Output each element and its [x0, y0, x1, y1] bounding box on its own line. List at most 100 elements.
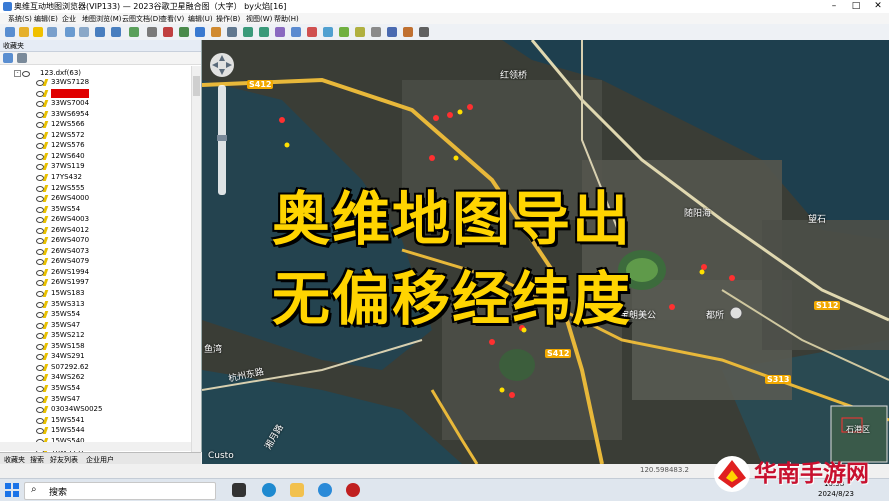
- tree-root[interactable]: - 123.dxf(63): [0, 69, 190, 78]
- menu-help[interactable]: 帮助(H): [274, 14, 299, 24]
- save-icon[interactable]: [5, 27, 15, 37]
- record-icon[interactable]: [346, 483, 360, 497]
- tree-item[interactable]: 12WS555: [0, 184, 190, 193]
- tree-item[interactable]: S07292.62: [0, 363, 190, 372]
- collapse-icon[interactable]: -: [14, 70, 21, 77]
- menu-system[interactable]: 系统(S): [8, 14, 32, 24]
- taskbar-search[interactable]: ⌕ 搜索: [24, 482, 216, 500]
- tree-item[interactable]: 35WS54: [0, 310, 190, 319]
- pin-icon: [42, 384, 49, 392]
- menu-operate[interactable]: 操作(B): [216, 14, 240, 24]
- tree-item[interactable]: 35WS54: [0, 384, 190, 393]
- layer-icon[interactable]: [65, 27, 75, 37]
- windows-start-icon[interactable]: [5, 483, 19, 497]
- pin-icon: [42, 395, 49, 403]
- scroll-thumb[interactable]: [193, 76, 200, 96]
- polygon-icon[interactable]: [195, 27, 205, 37]
- vertical-scrollbar[interactable]: [191, 66, 201, 452]
- export-icon[interactable]: [339, 27, 349, 37]
- import-icon[interactable]: [355, 27, 365, 37]
- tree-item[interactable]: 35WS54: [0, 205, 190, 214]
- tree-item[interactable]: [0, 88, 190, 98]
- undo-icon[interactable]: [95, 27, 105, 37]
- tree-item[interactable]: 26WS4000: [0, 194, 190, 203]
- tree-item[interactable]: 26WS4003: [0, 215, 190, 224]
- menu-edit[interactable]: 编辑(E): [34, 14, 58, 24]
- tree-item-label: 34WS291: [51, 352, 85, 361]
- tree-item[interactable]: 33WS6954: [0, 110, 190, 119]
- grid-icon[interactable]: [47, 27, 57, 37]
- more-icon[interactable]: [419, 27, 429, 37]
- menu-map[interactable]: 地图浏览(M): [82, 14, 122, 24]
- tree-item[interactable]: 35WS212: [0, 331, 190, 340]
- file-explorer-icon[interactable]: [290, 483, 304, 497]
- maximize-button[interactable]: □: [845, 0, 867, 13]
- tree-item[interactable]: 35WS47: [0, 395, 190, 404]
- pin-icon: [42, 427, 49, 435]
- menu-cloud[interactable]: 云图文档(D): [122, 14, 161, 24]
- tree-item[interactable]: 12WS576: [0, 141, 190, 150]
- horizontal-scrollbar[interactable]: [0, 442, 191, 451]
- road-shield-s412-a: S412: [247, 80, 274, 89]
- refresh-icon[interactable]: [129, 27, 139, 37]
- tree-item[interactable]: 12WS640: [0, 152, 190, 161]
- menu-company[interactable]: 企业: [62, 14, 76, 24]
- track-icon[interactable]: [307, 27, 317, 37]
- tree-item[interactable]: 34WS262: [0, 373, 190, 382]
- tree-item[interactable]: 35WS158: [0, 342, 190, 351]
- zoom-out-icon[interactable]: [259, 27, 269, 37]
- menu-window[interactable]: 视图(W): [246, 14, 272, 24]
- tree-item[interactable]: 26WS1997: [0, 278, 190, 287]
- tree-item[interactable]: 26WS4012: [0, 226, 190, 235]
- close-button[interactable]: ✕: [867, 0, 889, 13]
- cloud-icon[interactable]: [291, 27, 301, 37]
- tree-item[interactable]: 26WS1994: [0, 268, 190, 277]
- search-icon[interactable]: [3, 53, 13, 63]
- zoom-in-icon[interactable]: [243, 27, 253, 37]
- redo-icon[interactable]: [111, 27, 121, 37]
- tree-item[interactable]: 15WS183: [0, 289, 190, 298]
- tree-item[interactable]: 26WS4079: [0, 257, 190, 266]
- search-icon[interactable]: [227, 27, 237, 37]
- tree-item[interactable]: 35WS313: [0, 300, 190, 309]
- toolbar: [0, 24, 889, 41]
- measure-icon[interactable]: [211, 27, 221, 37]
- print-icon[interactable]: [79, 27, 89, 37]
- menu-edit2[interactable]: 编辑(U): [188, 14, 213, 24]
- pin-icon: [42, 184, 49, 192]
- route-icon[interactable]: [403, 27, 413, 37]
- pin-icon: [42, 100, 49, 108]
- map-app-icon[interactable]: [318, 483, 332, 497]
- tree-item[interactable]: 15WS541: [0, 416, 190, 425]
- eye-icon[interactable]: [22, 71, 30, 77]
- tree-item[interactable]: 35WS47: [0, 321, 190, 330]
- menu-view[interactable]: 查看(V): [160, 14, 184, 24]
- tree-item[interactable]: 26WS4070: [0, 236, 190, 245]
- folder-icon[interactable]: [19, 27, 29, 37]
- share-icon[interactable]: [387, 27, 397, 37]
- tree-item[interactable]: 26WS4073: [0, 247, 190, 256]
- edge-icon[interactable]: [262, 483, 276, 497]
- task-view-icon[interactable]: [232, 483, 246, 497]
- camera-icon[interactable]: [323, 27, 333, 37]
- map-view[interactable]: 红领桥 杭州东路 鱼湾 随阳海 宝朗美公 都所 望石 湘月路 石港区 Custo…: [202, 40, 889, 464]
- tree-item[interactable]: 33WS7128: [0, 78, 190, 87]
- tree-item[interactable]: 34WS291: [0, 352, 190, 361]
- compass-icon[interactable]: [275, 27, 285, 37]
- tree-item[interactable]: 33WS7004: [0, 99, 190, 108]
- tree-item[interactable]: 37WS119: [0, 162, 190, 171]
- tree-item[interactable]: 17YS432: [0, 173, 190, 182]
- tree-item[interactable]: 12WS566: [0, 120, 190, 129]
- minimize-button[interactable]: –: [823, 0, 845, 13]
- line-icon[interactable]: [179, 27, 189, 37]
- star-icon[interactable]: [33, 27, 43, 37]
- tree-item[interactable]: 12WS572: [0, 131, 190, 140]
- tree-item[interactable]: 03034WS0025: [0, 405, 190, 414]
- tree-item[interactable]: 15WS544: [0, 426, 190, 435]
- pin-icon: [42, 237, 49, 245]
- pin-icon[interactable]: [163, 27, 173, 37]
- pin-icon: [42, 247, 49, 255]
- select-icon[interactable]: [147, 27, 157, 37]
- settings-icon[interactable]: [371, 27, 381, 37]
- list-icon[interactable]: [17, 53, 27, 63]
